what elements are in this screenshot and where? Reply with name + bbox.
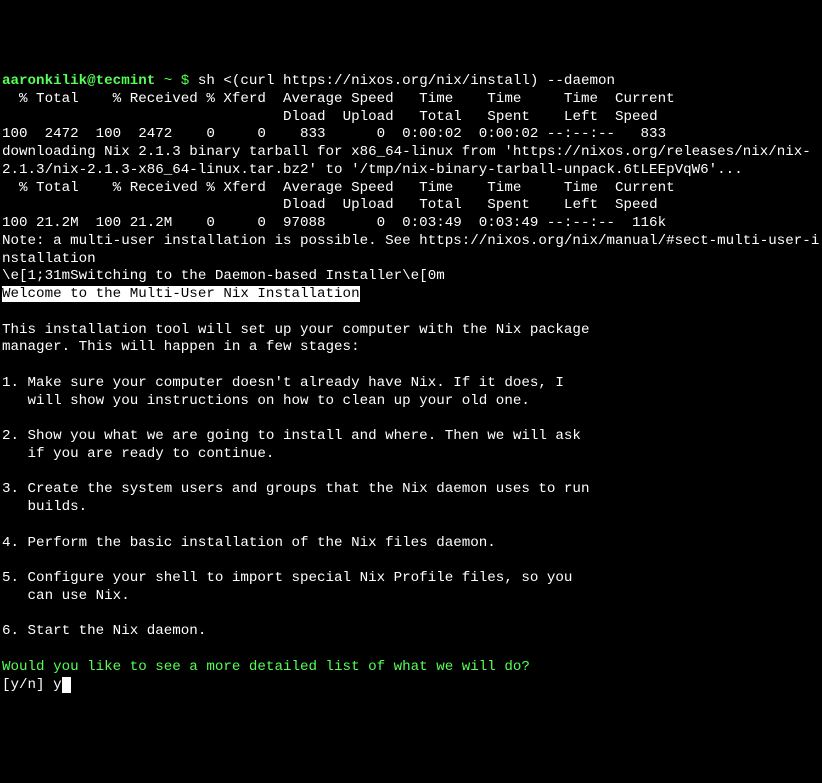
curl-progress-1: 100 2472 100 2472 0 0 833 0 0:00:02 0:00… bbox=[2, 126, 666, 142]
step-2-line-b: if you are ready to continue. bbox=[2, 446, 274, 462]
intro-line-2: manager. This will happen in a few stage… bbox=[2, 339, 360, 355]
curl-header-2: Dload Upload Total Spent Left Speed bbox=[2, 109, 658, 125]
prompt-command: sh <(curl https://nixos.org/nix/install)… bbox=[198, 73, 615, 89]
step-2-line-a: 2. Show you what we are going to install… bbox=[2, 428, 581, 444]
terminal-output: aaronkilik@tecmint ~ $ sh <(curl https:/… bbox=[2, 73, 820, 694]
curl-header-1: % Total % Received % Xferd Average Speed… bbox=[2, 91, 675, 107]
step-1-line-b: will show you instructions on how to cle… bbox=[2, 393, 530, 409]
step-5-line-a: 5. Configure your shell to import specia… bbox=[2, 570, 572, 586]
answer-prompt-label: [y/n] bbox=[2, 677, 53, 693]
prompt-user-host: aaronkilik@tecmint bbox=[2, 73, 155, 89]
prompt-separator: ~ $ bbox=[155, 73, 198, 89]
download-message: downloading Nix 2.1.3 binary tarball for… bbox=[2, 144, 811, 178]
curl-header-4: Dload Upload Total Spent Left Speed bbox=[2, 197, 658, 213]
intro-line-1: This installation tool will set up your … bbox=[2, 322, 589, 338]
question-prompt: Would you like to see a more detailed li… bbox=[2, 659, 530, 675]
escape-sequence-line: \e[1;31mSwitching to the Daemon-based In… bbox=[2, 268, 445, 284]
step-6: 6. Start the Nix daemon. bbox=[2, 623, 206, 639]
step-3-line-b: builds. bbox=[2, 499, 87, 515]
answer-input[interactable]: y bbox=[53, 677, 62, 693]
step-3-line-a: 3. Create the system users and groups th… bbox=[2, 481, 589, 497]
step-1-line-a: 1. Make sure your computer doesn't alrea… bbox=[2, 375, 564, 391]
multiuser-note: Note: a multi-user installation is possi… bbox=[2, 233, 819, 267]
curl-progress-2: 100 21.2M 100 21.2M 0 0 97088 0 0:03:49 … bbox=[2, 215, 666, 231]
step-5-line-b: can use Nix. bbox=[2, 588, 130, 604]
terminal-cursor[interactable] bbox=[62, 677, 71, 693]
step-4: 4. Perform the basic installation of the… bbox=[2, 535, 496, 551]
welcome-header: Welcome to the Multi-User Nix Installati… bbox=[2, 286, 360, 302]
curl-header-3: % Total % Received % Xferd Average Speed… bbox=[2, 180, 675, 196]
